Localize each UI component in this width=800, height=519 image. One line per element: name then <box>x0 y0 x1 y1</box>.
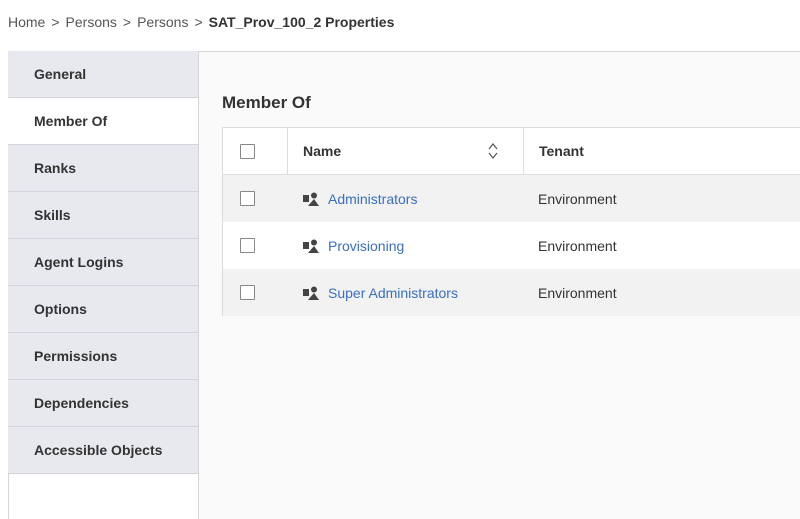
breadcrumb-separator: > <box>194 14 203 30</box>
row-checkbox[interactable] <box>240 238 255 253</box>
sidebar-item-member-of[interactable]: Member Of <box>8 98 198 145</box>
breadcrumb-home[interactable]: Home <box>8 14 45 30</box>
sidebar-item-label: Options <box>34 301 87 317</box>
breadcrumb-separator: > <box>51 14 60 30</box>
main-panel: Member Of Name Tenant Administrators Env… <box>199 52 800 519</box>
breadcrumb-persons-2[interactable]: Persons <box>137 14 188 30</box>
row-checkbox-cell <box>223 285 287 300</box>
row-tenant-cell: Environment <box>523 238 800 254</box>
row-checkbox[interactable] <box>240 191 255 206</box>
column-header-tenant[interactable]: Tenant <box>523 128 800 174</box>
row-tenant-cell: Environment <box>523 285 800 301</box>
sort-icon[interactable] <box>488 143 498 159</box>
sidebar-item-label: Skills <box>34 207 71 223</box>
section-title: Member Of <box>222 93 311 112</box>
column-header-name[interactable]: Name <box>287 128 523 174</box>
access-group-icon <box>303 239 319 253</box>
row-name-link[interactable]: Administrators <box>328 191 417 207</box>
properties-sidebar: General Member Of Ranks Skills Agent Log… <box>8 51 199 519</box>
sidebar-item-label: Agent Logins <box>34 254 124 270</box>
sidebar-item-label: Accessible Objects <box>34 442 163 458</box>
table-header: Name Tenant <box>223 128 800 175</box>
header-checkbox-cell <box>223 128 287 174</box>
column-header-name-label: Name <box>303 143 342 159</box>
row-checkbox-cell <box>223 238 287 253</box>
sidebar-item-label: Ranks <box>34 160 77 176</box>
breadcrumb-persons-1[interactable]: Persons <box>66 14 117 30</box>
table-row: Administrators Environment <box>223 175 800 222</box>
access-group-icon <box>303 286 319 300</box>
sidebar-item-label: Dependencies <box>34 395 129 411</box>
select-all-checkbox[interactable] <box>240 143 255 159</box>
row-tenant-cell: Environment <box>523 191 800 207</box>
row-name-cell: Administrators <box>287 191 523 207</box>
sidebar-item-label: Permissions <box>34 348 118 364</box>
row-tenant: Environment <box>538 237 617 254</box>
column-header-tenant-label: Tenant <box>539 143 584 159</box>
row-name-link[interactable]: Super Administrators <box>328 285 458 301</box>
row-tenant: Environment <box>538 190 617 207</box>
sidebar-item-skills[interactable]: Skills <box>8 192 198 239</box>
table-row: Provisioning Environment <box>223 222 800 269</box>
sidebar-item-label: General <box>34 66 87 82</box>
sidebar-item-label: Member Of <box>34 113 108 129</box>
sidebar-item-dependencies[interactable]: Dependencies <box>8 380 198 427</box>
breadcrumb: Home > Persons > Persons > SAT_Prov_100_2 Prop… <box>8 14 394 30</box>
sidebar-item-agent-logins[interactable]: Agent Logins <box>8 239 198 286</box>
row-name-cell: Provisioning <box>287 238 523 254</box>
breadcrumb-current: SAT_Prov_100_2 Properties <box>208 14 395 30</box>
row-name-cell: Super Administrators <box>287 285 523 301</box>
row-tenant: Environment <box>538 284 617 301</box>
table-row: Super Administrators Environment <box>223 269 800 316</box>
row-name-link[interactable]: Provisioning <box>328 238 404 254</box>
sidebar-item-ranks[interactable]: Ranks <box>8 145 198 192</box>
member-of-table: Name Tenant Administrators Environment P… <box>222 127 800 316</box>
breadcrumb-separator: > <box>122 14 132 30</box>
row-checkbox[interactable] <box>240 285 255 300</box>
access-group-icon <box>303 192 319 206</box>
sidebar-item-accessible-objects[interactable]: Accessible Objects <box>8 427 198 474</box>
sidebar-item-options[interactable]: Options <box>8 286 198 333</box>
row-checkbox-cell <box>223 191 287 206</box>
sidebar-item-permissions[interactable]: Permissions <box>8 333 198 380</box>
sidebar-item-general[interactable]: General <box>8 51 198 98</box>
